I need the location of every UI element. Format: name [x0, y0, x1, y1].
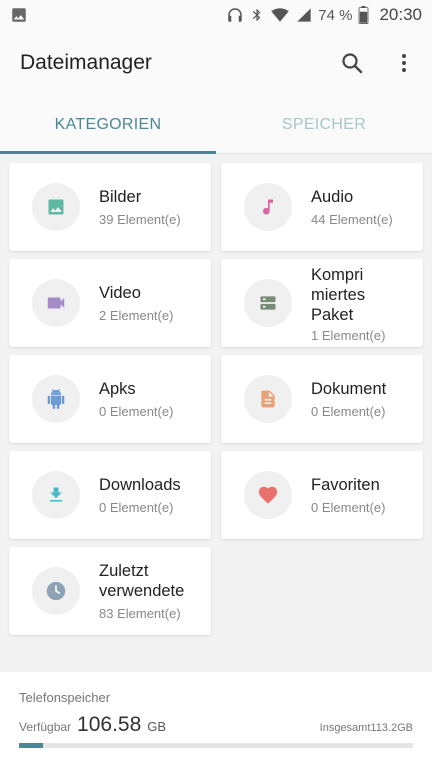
category-card-zuletzt-verwendete[interactable]: Zuletzt verwendete 83 Element(e): [9, 547, 211, 635]
category-count: 0 Element(e): [99, 404, 174, 419]
category-icon-wrap: [244, 183, 292, 231]
heart-icon: [258, 486, 278, 504]
category-name: Zuletzt verwendete: [99, 562, 185, 600]
category-count: 0 Element(e): [311, 404, 386, 419]
available-unit: GB: [147, 719, 167, 734]
category-card-downloads[interactable]: Downloads 0 Element(e): [9, 451, 211, 539]
category-name: Dokument: [311, 380, 387, 398]
android-icon: [47, 389, 65, 409]
bluetooth-icon: [253, 9, 261, 21]
category-name: Favoriten: [311, 476, 380, 494]
category-name: Video: [99, 284, 141, 302]
total-storage: Insgesamt113.2GB: [319, 722, 413, 734]
status-bar: 74 % 20:30: [0, 0, 432, 30]
page-title: Dateimanager: [20, 51, 152, 74]
category-name: Downloads: [99, 476, 181, 494]
battery-icon: [359, 6, 369, 24]
category-card-dokument[interactable]: Dokument 0 Element(e): [221, 355, 423, 443]
storage-usage-bar: [19, 743, 413, 748]
clock: 20:30: [379, 5, 422, 24]
category-icon-wrap: [32, 279, 80, 327]
search-button[interactable]: [328, 39, 376, 87]
category-card-apks[interactable]: Apks 0 Element(e): [9, 355, 211, 443]
tab-kategorien[interactable]: KATEGORIEN: [0, 96, 216, 154]
category-name: Bilder: [99, 188, 142, 206]
signal-icon: [297, 8, 311, 22]
category-card-video[interactable]: Video 2 Element(e): [9, 259, 211, 347]
category-name: Kompri miertes Paket: [311, 266, 366, 324]
category-card-audio[interactable]: Audio 44 Element(e): [221, 163, 423, 251]
search-icon: [342, 53, 363, 74]
category-name: Apks: [99, 380, 136, 398]
storage-usage-fill: [19, 743, 43, 748]
category-count: 0 Element(e): [311, 500, 386, 515]
battery-percent: 74 %: [318, 6, 353, 24]
category-card-favoriten[interactable]: Favoriten 0 Element(e): [221, 451, 423, 539]
wifi-icon: [271, 8, 289, 22]
category-count: 0 Element(e): [99, 500, 174, 515]
storage-label: Telefonspeicher: [19, 690, 111, 705]
category-name: Audio: [311, 188, 354, 206]
archive-icon: [260, 296, 276, 310]
tab-speicher[interactable]: SPEICHER: [216, 96, 432, 153]
category-card-komprimiertes-paket[interactable]: Kompri miertes Paket 1 Element(e): [221, 259, 423, 347]
available-label: Verfügbar: [19, 720, 72, 734]
category-icon-wrap: [244, 279, 292, 327]
category-icon-wrap: [244, 375, 292, 423]
category-count: 39 Element(e): [99, 212, 181, 227]
more-vert-icon: [402, 54, 406, 72]
storage-panel[interactable]: Telefonspeicher Verfügbar 106.58 GB Insg…: [0, 672, 432, 768]
video-camera-icon: [47, 297, 65, 309]
category-count: 1 Element(e): [311, 328, 386, 343]
category-count: 2 Element(e): [99, 308, 174, 323]
download-icon: [50, 487, 62, 502]
category-count: 44 Element(e): [311, 212, 393, 227]
category-card-bilder[interactable]: Bilder 39 Element(e): [9, 163, 211, 251]
category-count: 83 Element(e): [99, 606, 181, 621]
category-icon-wrap: [32, 375, 80, 423]
category-icon-wrap: [244, 471, 292, 519]
available-value: 106.58: [77, 713, 142, 736]
document-icon: [261, 390, 275, 408]
category-icon-wrap: [32, 567, 80, 615]
app-bar: Dateimanager: [0, 30, 432, 96]
gallery-notification-icon: [12, 8, 26, 22]
category-icon-wrap: [32, 471, 80, 519]
headphones-icon: [228, 8, 242, 22]
category-icon-wrap: [32, 183, 80, 231]
tab-bar: KATEGORIEN SPEICHER: [0, 96, 432, 154]
clock-icon: [46, 581, 66, 601]
music-note-icon: [263, 199, 273, 215]
more-options-button[interactable]: [380, 39, 428, 87]
image-icon: [48, 199, 64, 215]
